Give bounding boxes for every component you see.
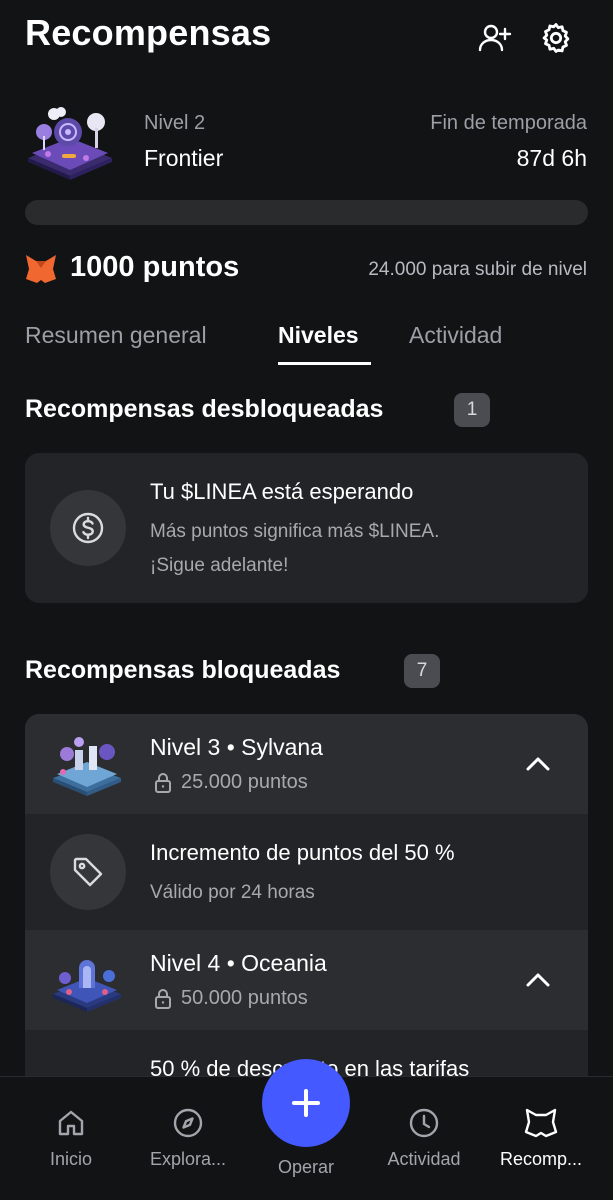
reward-title: Tu $LINEA está esperando [150,479,414,504]
locked-rewards-list: Nivel 3 • Sylvana 25.000 puntos Incremen… [25,714,588,1114]
nav-label: Recomp... [499,1149,583,1169]
tier-points-label: 25.000 puntos [181,771,308,793]
add-friend-button[interactable] [474,18,514,58]
lock-icon [155,772,171,793]
tab-overview[interactable]: Resumen general [25,322,207,349]
unlocked-rewards-title: Recompensas desbloqueadas [25,395,384,423]
tier-title: Nivel 4 • Oceania [150,950,327,976]
level-name: Frontier [144,145,224,171]
tier-reward-subtitle: Válido por 24 horas [150,882,315,903]
active-tab-indicator [278,362,371,365]
tag-icon [73,857,103,887]
page-title: Recompensas [25,12,272,53]
locked-rewards-title: Recompensas bloqueadas [25,656,341,684]
home-icon [58,1110,84,1136]
nav-rewards[interactable]: Recomp... [486,1107,596,1170]
level-label: Nivel 2 [144,112,206,134]
locked-count-badge: 7 [404,654,440,688]
plus-icon [292,1089,320,1117]
unlocked-reward-card[interactable]: Tu $LINEA está esperando Más puntos sign… [25,453,588,603]
chevron-up-icon[interactable] [522,748,554,780]
nav-explore[interactable]: Explora... [133,1107,243,1170]
tier-reward-title: Incremento de puntos del 50 % [150,840,455,865]
tier-points-requirement: 50.000 puntos [153,987,308,1010]
fox-outline-icon [524,1108,558,1138]
nav-label: Inicio [49,1149,93,1169]
nav-activity[interactable]: Actividad [369,1107,479,1170]
reward-subtitle-line2: ¡Sigue adelante! [150,555,289,576]
level-progress-bar [25,200,588,225]
tier-points-requirement: 25.000 puntos [153,771,308,794]
compass-icon [173,1108,203,1138]
settings-button[interactable] [536,18,576,58]
tier-title: Nivel 3 • Sylvana [150,734,323,760]
points-to-next-level: 24.000 para subir de nivel [368,259,587,280]
tier-reward-row: Incremento de puntos del 50 % Válido por… [25,814,588,930]
fox-icon [26,255,56,283]
dollar-coin-icon [72,512,104,544]
gear-icon [542,23,570,53]
season-end-label: Fin de temporada [430,112,587,134]
level-frontier-illustration [28,107,112,180]
reward-subtitle-line1: Más puntos significa más $LINEA. [150,521,440,542]
reward-icon-container [50,834,126,910]
add-user-icon [478,24,512,52]
clock-icon [409,1108,439,1138]
level-oceania-illustration [53,960,121,1012]
tab-levels[interactable]: Niveles [278,322,359,349]
season-remaining: 87d 6h [516,145,587,171]
level-sylvana-illustration [53,737,121,796]
nav-home[interactable]: Inicio [16,1107,126,1170]
points-total: 1000 puntos [70,251,240,283]
tier-row-sylvana[interactable]: Nivel 3 • Sylvana 25.000 puntos [25,714,588,814]
lock-icon [155,988,171,1009]
tab-activity[interactable]: Actividad [409,322,502,349]
nav-label: Explora... [149,1149,227,1169]
tier-points-label: 50.000 puntos [181,987,308,1009]
reward-icon-container [50,490,126,566]
nav-trade-label: Operar [277,1157,335,1177]
nav-label: Actividad [387,1149,461,1169]
tier-row-oceania[interactable]: Nivel 4 • Oceania 50.000 puntos [25,930,588,1030]
chevron-up-icon[interactable] [522,964,554,996]
unlocked-count-badge: 1 [454,393,490,427]
trade-fab-button[interactable] [262,1059,350,1147]
